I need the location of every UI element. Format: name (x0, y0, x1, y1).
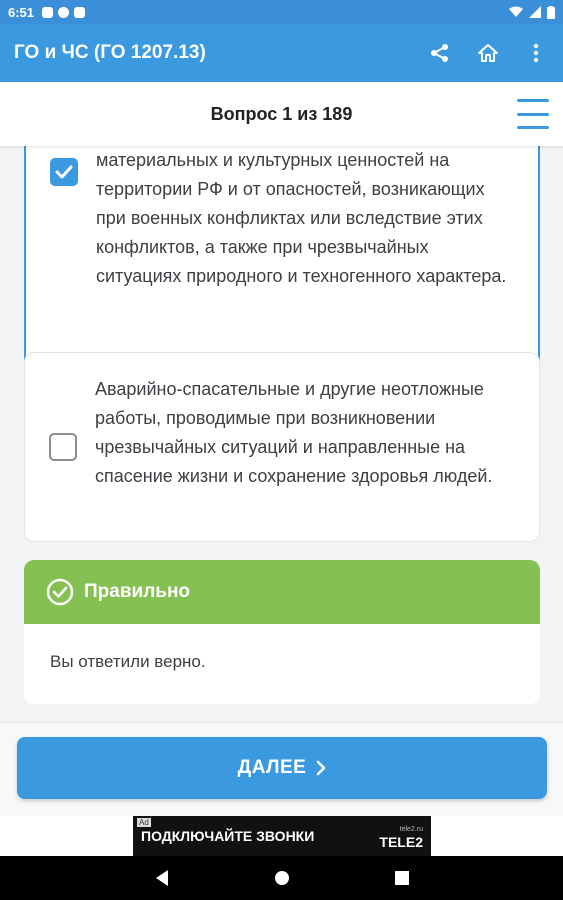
ad-brand: tele2.ru TELE2 (379, 824, 423, 850)
more-vert-icon[interactable] (523, 40, 549, 66)
recents-icon[interactable] (392, 868, 412, 888)
answer-option-2[interactable]: Аварийно-спасательные и другие неотложны… (24, 352, 540, 542)
status-time: 6:51 (8, 4, 35, 20)
result-title: Правильно (84, 581, 191, 602)
home-icon[interactable] (475, 40, 501, 66)
notification-icon (42, 6, 54, 18)
system-nav-bar (0, 856, 563, 900)
notification-icon (58, 6, 70, 18)
question-header: Вопрос 1 из 189 (0, 82, 563, 146)
check-circle-icon (46, 578, 74, 606)
ad-area: Ad ПОДКЛЮЧАЙТЕ ЗВОНКИ tele2.ru TELE2 (0, 816, 563, 856)
ad-text: ПОДКЛЮЧАЙТЕ ЗВОНКИ (141, 828, 315, 844)
question-counter: Вопрос 1 из 189 (210, 103, 353, 124)
app-bar: ГО и ЧС (ГО 1207.13) (0, 24, 563, 82)
status-bar: 6:51 (0, 0, 563, 24)
app-title: ГО и ЧС (ГО 1207.13) (14, 42, 206, 63)
result-card: Правильно Вы ответили верно. (24, 560, 540, 704)
menu-icon[interactable] (517, 99, 549, 129)
next-button[interactable]: ДАЛЕЕ (17, 737, 547, 799)
answer-text: материальных и культурных ценностей на т… (96, 150, 507, 286)
back-icon[interactable] (152, 868, 172, 888)
check-icon (55, 165, 73, 179)
home-nav-icon[interactable] (272, 868, 292, 888)
signal-icon (529, 6, 541, 18)
ad-brand-name: TELE2 (379, 834, 423, 850)
next-button-label: ДАЛЕЕ (237, 757, 307, 778)
wifi-icon (509, 6, 523, 17)
chevron-right-icon (317, 760, 326, 776)
ad-banner[interactable]: Ad ПОДКЛЮЧАЙТЕ ЗВОНКИ tele2.ru TELE2 (133, 816, 431, 856)
answer-text: Аварийно-спасательные и другие неотложны… (95, 379, 493, 486)
answers-scroll-area[interactable]: материальных и культурных ценностей на т… (0, 146, 563, 722)
bottom-bar: ДАЛЕЕ (0, 722, 563, 816)
ad-mark: Ad (137, 818, 151, 827)
notification-icons (42, 6, 86, 18)
battery-icon (547, 5, 555, 19)
share-icon[interactable] (427, 40, 453, 66)
result-header: Правильно (24, 560, 540, 624)
notification-icon (74, 6, 86, 18)
checkbox-checked[interactable] (50, 158, 78, 186)
checkbox-unchecked[interactable] (49, 433, 77, 461)
result-message: Вы ответили верно. (50, 652, 206, 671)
